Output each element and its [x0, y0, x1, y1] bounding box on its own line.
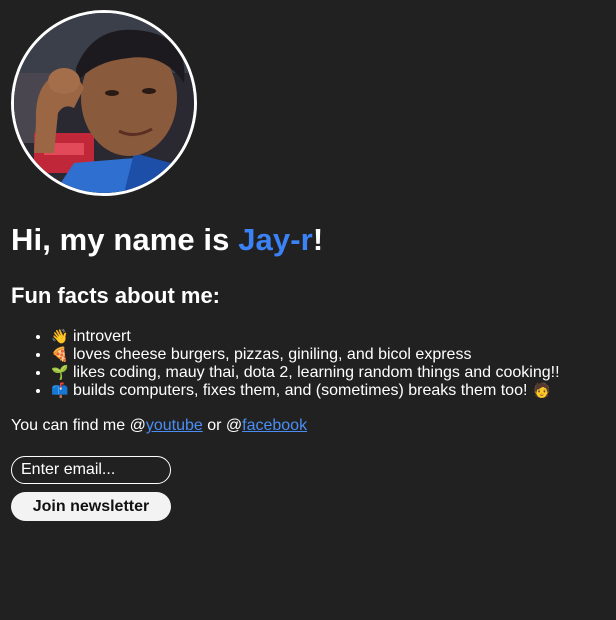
person-icon: 🧑 [533, 383, 551, 399]
pizza-icon: 🍕 [51, 347, 69, 363]
fun-facts-heading: Fun facts about me: [11, 283, 221, 308]
fact-text: introvert [73, 328, 131, 345]
fact-text: loves cheese burgers, pizzas, giniling, … [73, 346, 472, 363]
facebook-link[interactable]: facebook [242, 417, 307, 434]
seedling-icon: 🌱 [51, 365, 69, 381]
find-me-prefix: You can find me @ [11, 417, 146, 434]
list-item: 🌱likes coding, mauy thai, dota 2, learni… [51, 364, 611, 382]
list-item: 🍕loves cheese burgers, pizzas, giniling,… [51, 346, 611, 364]
fact-text: builds computers, fixes them, and (somet… [73, 382, 528, 399]
title-suffix: ! [312, 222, 324, 257]
youtube-link[interactable]: youtube [146, 417, 203, 434]
email-field[interactable] [11, 456, 171, 484]
profile-page: Hi, my name is Jay-r! Fun facts about me… [11, 10, 606, 521]
fun-facts-list: 👋introvert 🍕loves cheese burgers, pizzas… [11, 328, 611, 400]
list-item: 📫builds computers, fixes them, and (some… [51, 382, 611, 400]
title-name: Jay-r [238, 222, 313, 257]
find-me-text: You can find me @youtube or @facebook [11, 417, 307, 435]
find-me-middle: or @ [202, 417, 243, 434]
list-item: 👋introvert [51, 328, 611, 346]
page-title: Hi, my name is Jay-r! [11, 222, 323, 258]
profile-photo [14, 13, 194, 193]
join-newsletter-button[interactable]: Join newsletter [11, 492, 171, 521]
waving-hand-icon: 👋 [51, 329, 69, 345]
fact-text: likes coding, mauy thai, dota 2, learnin… [73, 364, 560, 381]
title-prefix: Hi, my name is [11, 222, 239, 257]
mailbox-icon: 📫 [51, 383, 69, 399]
avatar [11, 10, 197, 196]
